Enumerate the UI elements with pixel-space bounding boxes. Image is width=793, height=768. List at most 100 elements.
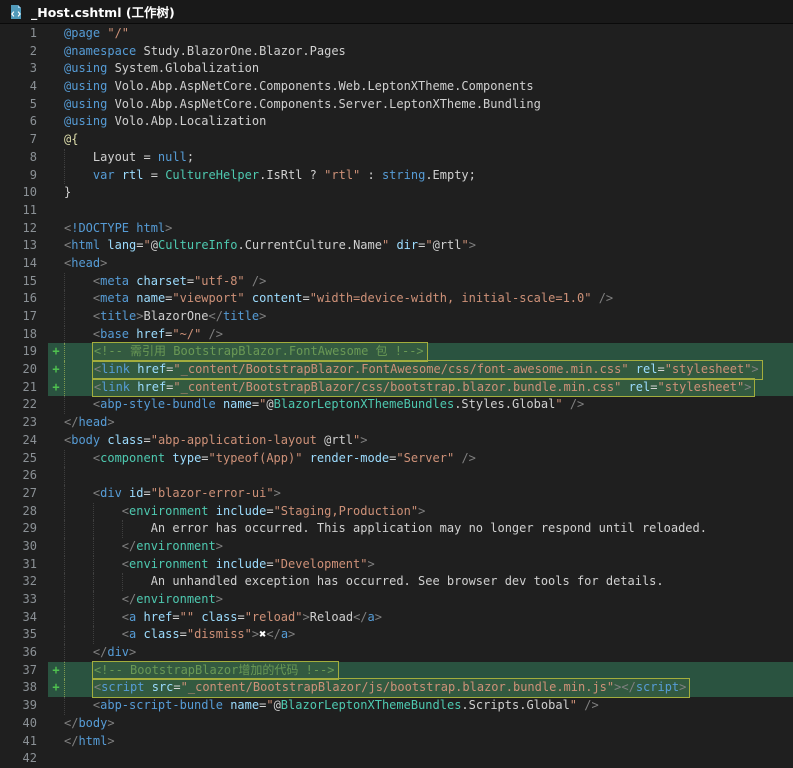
line-content: <!DOCTYPE html> — [64, 220, 172, 238]
code-line[interactable]: 34 <a href="" class="reload">Reload</a> — [0, 608, 793, 627]
code-line[interactable]: 6 @using Volo.Abp.Localization — [0, 113, 793, 131]
line-number: 21 — [22, 379, 37, 394]
code-text: <a class="dismiss">✖</a> — [64, 626, 793, 645]
code-line[interactable]: 30 </environment> — [0, 537, 793, 556]
token-kw: body — [71, 432, 101, 447]
code-line[interactable]: 1 @page "/" — [0, 25, 793, 43]
token-pl: @ — [273, 698, 281, 713]
indent-guide — [64, 697, 65, 715]
token-at: href — [137, 362, 167, 377]
code-line[interactable]: 35 <a class="dismiss">✖</a> — [0, 626, 793, 645]
token-at: rtl — [121, 167, 144, 182]
indent-guide — [64, 396, 65, 415]
token-kw: a — [280, 627, 289, 642]
code-line[interactable]: 23 </head> — [0, 414, 793, 432]
indent-guide — [64, 290, 65, 308]
token-at: type — [172, 450, 202, 465]
token-st: "_content/BootstrapBlazor/css/bootstrap.… — [173, 379, 622, 394]
token-pl: .IsRtl ? — [259, 167, 325, 182]
token-ty: environment — [136, 592, 216, 606]
code-line[interactable]: 26 — [0, 467, 793, 485]
code-line[interactable]: 21 + <link href="_content/BootstrapBlazor/… — [0, 377, 793, 398]
token-kw: @using — [64, 96, 108, 111]
line-content: An error has occurred. This application … — [151, 520, 707, 538]
code-line[interactable]: 11 — [0, 202, 793, 220]
code-text: <title>BlazorOne</title> — [64, 308, 793, 326]
code-text: <html lang="@CultureInfo.CurrentCulture.… — [64, 237, 793, 255]
code-line[interactable]: 12 <!DOCTYPE html> — [0, 220, 793, 238]
code-line[interactable]: 3 @using System.Globalization — [0, 60, 793, 78]
code-editor[interactable]: 1 @page "/" 2 @namespace Study.BlazorOne.Bl… — [0, 24, 793, 768]
gutter-spacer — [48, 573, 64, 591]
gutter-spacer — [48, 273, 64, 291]
token-at: lang — [107, 238, 137, 253]
token-st: "_content/BootstrapBlazor/js/bootstrap.b… — [180, 680, 615, 695]
code-line[interactable]: 2 @namespace Study.BlazorOne.Blazor.Pages — [0, 43, 793, 61]
code-line[interactable]: 13 <html lang="@CultureInfo.CurrentCultur… — [0, 237, 793, 255]
token-kw: div — [100, 485, 122, 500]
line-number: 20 — [22, 362, 37, 377]
token-pn: ></ — [614, 680, 636, 695]
token-st: "~/" — [172, 326, 202, 341]
code-line[interactable]: 8 Layout = null; — [0, 148, 793, 167]
token-kw: html — [71, 238, 101, 253]
code-line[interactable]: 36 </div> — [0, 644, 793, 662]
code-line[interactable]: 9 var rtl = CultureHelper.IsRtl ? "rtl" :… — [0, 166, 793, 185]
diff-changed-text-box: <script src="_content/BootstrapBlazor/js… — [91, 678, 691, 699]
code-line[interactable]: 27 <div id="blazor-error-ui"> — [0, 484, 793, 503]
code-text: Layout = null; — [64, 148, 793, 167]
gutter-spacer — [48, 96, 64, 114]
code-line[interactable]: 17 <title>BlazorOne</title> — [0, 308, 793, 326]
line-number: 1 — [29, 26, 37, 40]
token-pn: </ — [92, 645, 108, 660]
token-pn: > — [468, 238, 476, 253]
code-line[interactable]: 10} — [0, 184, 793, 202]
token-cm: <!-- BootstrapBlazor增加的代码 !--> — [93, 662, 335, 677]
code-line[interactable]: 38 + <script src="_content/BootstrapBlazor… — [0, 678, 793, 699]
code-line[interactable]: 25 <component type="typeof(App)" render-m… — [0, 449, 793, 468]
code-line[interactable]: 28 <environment include="Staging,Producti… — [0, 502, 793, 521]
line-content: @using System.Globalization — [64, 60, 259, 78]
token-pn: </ — [121, 538, 137, 553]
token-op: = — [302, 291, 310, 306]
code-line[interactable]: 42 — [0, 750, 793, 768]
indent-guide — [92, 626, 94, 645]
code-line[interactable]: 20 + <link href="_content/BootstrapBlazor.… — [0, 360, 793, 380]
token-at: render-mode — [309, 450, 390, 465]
code-line[interactable]: 39 <abp-script-bundle name="@BlazorLepton… — [0, 697, 793, 715]
code-line[interactable]: 5 @using Volo.Abp.AspNetCore.Components.S… — [0, 96, 793, 114]
code-line[interactable]: 40 </body> — [0, 715, 793, 733]
code-line[interactable]: 31 <environment include="Development"> — [0, 555, 793, 574]
code-line[interactable]: 32 An unhandled exception has occurred. S… — [0, 573, 793, 591]
gutter-spacer — [48, 697, 64, 715]
code-line[interactable]: 33 </environment> — [0, 591, 793, 609]
code-line[interactable]: 37 + <!-- BootstrapBlazor增加的代码 !--> — [0, 660, 793, 681]
token-kw: base — [100, 326, 130, 341]
token-pl: An error has occurred. This application … — [150, 521, 707, 536]
code-line[interactable]: 29 An error has occurred. This applicatio… — [0, 520, 793, 538]
code-line[interactable]: 14 <head> — [0, 255, 793, 273]
indent-guide — [64, 608, 65, 627]
code-text: @{ — [64, 131, 793, 149]
code-line[interactable]: 41 </html> — [0, 733, 793, 751]
code-line[interactable]: 24 <body class="abp-application-layout @r… — [0, 432, 793, 450]
code-line[interactable]: 19 + <!-- 需引用 BootstrapBlazor.FontAwesome … — [0, 342, 793, 363]
code-text: <abp-script-bundle name="@BlazorLeptonXT… — [64, 697, 793, 715]
code-line[interactable]: 16 <meta name="viewport" content="width=d… — [0, 290, 793, 308]
code-line[interactable]: 15 <meta charset="utf-8" /> — [0, 272, 793, 291]
token-pn: </ — [266, 627, 281, 642]
token-at: charset — [136, 273, 187, 288]
code-line[interactable]: 22 <abp-style-bundle name="@BlazorLeptonX… — [0, 396, 793, 415]
code-line[interactable]: 7 @{ — [0, 131, 793, 149]
code-line[interactable]: 18 <base href="~/" /> — [0, 325, 793, 344]
token-pl: ; — [186, 149, 195, 164]
line-content: <body class="abp-application-layout @rtl… — [64, 432, 368, 450]
code-line[interactable]: 4 @using Volo.Abp.AspNetCore.Components.W… — [0, 78, 793, 96]
indent-guide — [92, 591, 94, 609]
line-number: 16 — [22, 291, 37, 306]
token-st: "reload" — [244, 609, 303, 624]
token-at: rel — [628, 379, 651, 394]
token-op: = — [201, 450, 209, 465]
